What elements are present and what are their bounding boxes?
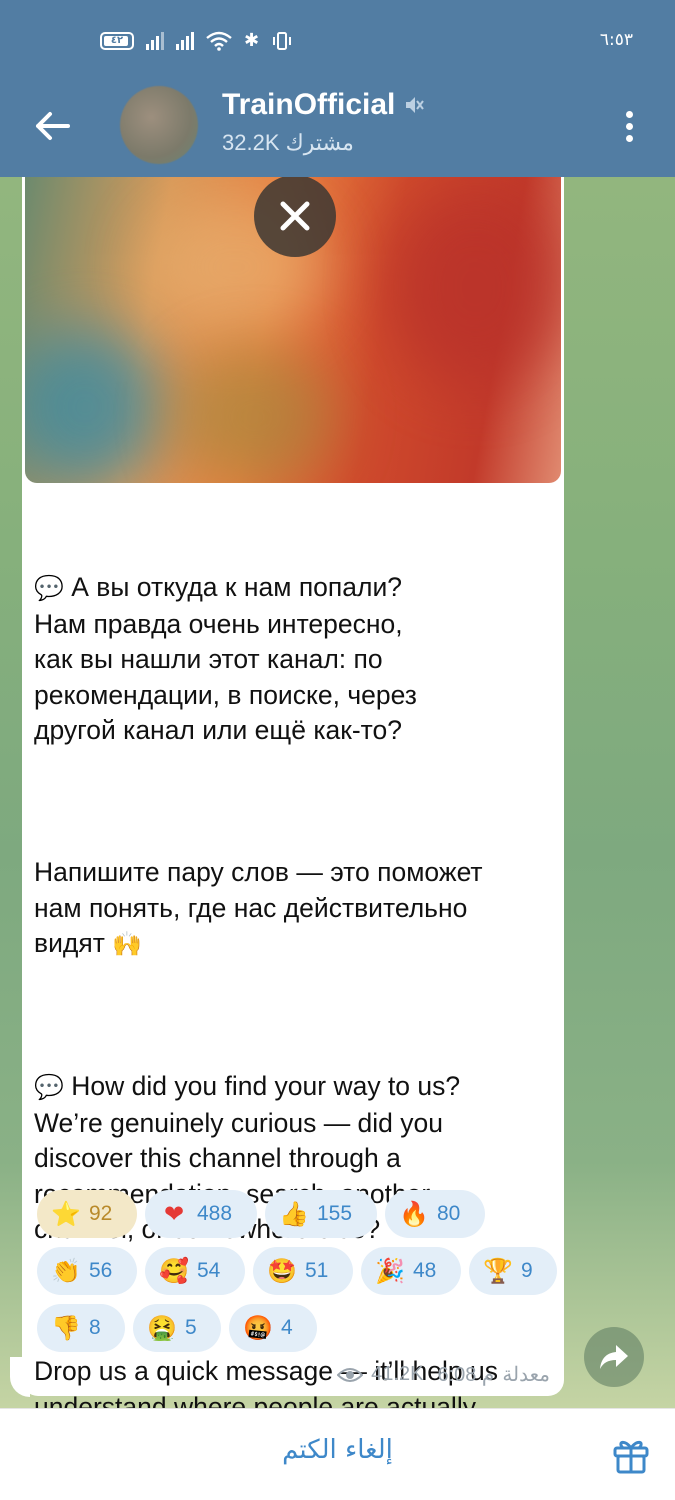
reaction-count: 4: [281, 1316, 293, 1339]
status-icons: ٤٢ ✱: [100, 30, 293, 51]
message-time: 6:08 م: [437, 1364, 495, 1386]
bluetooth-icon: ✱: [244, 30, 260, 51]
trophy-icon: 🏆: [483, 1257, 513, 1285]
reaction-party-popper[interactable]: 🎉 48: [361, 1247, 461, 1295]
signal-icon-2: [176, 31, 194, 50]
subscriber-count: 32.2K مشترك: [222, 130, 354, 155]
speech-bubble-icon: 💬: [34, 574, 64, 602]
reaction-count: 51: [305, 1259, 329, 1282]
edited-label: معدلة: [502, 1364, 550, 1386]
reaction-count: 8: [89, 1316, 101, 1339]
eye-icon: [337, 1367, 364, 1382]
message-media[interactable]: [25, 177, 561, 483]
message-paragraph-ru-1: 💬 А вы откуда к нам попали? Нам правда о…: [34, 572, 417, 745]
heart-icon: ❤: [163, 1200, 185, 1228]
reaction-count: 56: [89, 1259, 113, 1282]
close-media-button[interactable]: [254, 177, 336, 257]
reaction-cursing-face[interactable]: 🤬 4: [229, 1304, 317, 1352]
back-button[interactable]: [30, 104, 74, 148]
gift-button[interactable]: [611, 1435, 651, 1475]
chat-header: TrainOfficial 32.2K مشترك: [0, 82, 675, 177]
battery-icon: ٤٢: [100, 31, 134, 50]
channel-name: TrainOfficial: [222, 88, 396, 121]
star-struck-icon: 🤩: [267, 1257, 297, 1285]
reaction-count: 488: [197, 1202, 233, 1225]
channel-avatar[interactable]: [120, 86, 198, 164]
bottom-bar: إلغاء الكتم: [0, 1408, 675, 1500]
gift-icon: [613, 1440, 649, 1474]
reaction-smiling-hearts[interactable]: 🥰 54: [145, 1247, 245, 1295]
fire-icon: 🔥: [399, 1200, 429, 1228]
reaction-heart[interactable]: ❤ 488: [145, 1190, 257, 1238]
reaction-thumbs-down[interactable]: 👎 8: [37, 1304, 125, 1352]
cursing-face-icon: 🤬: [243, 1314, 273, 1342]
smiling-hearts-icon: 🥰: [159, 1257, 189, 1285]
speech-bubble-icon: 💬: [34, 1073, 64, 1101]
close-icon: [280, 201, 310, 231]
reaction-trophy[interactable]: 🏆 9: [469, 1247, 557, 1295]
reaction-count: 48: [413, 1259, 437, 1282]
share-arrow-icon: [600, 1345, 628, 1369]
share-button[interactable]: [584, 1327, 644, 1387]
status-bar: ٤٢ ✱ ٦:٥٣: [0, 0, 675, 82]
reaction-count: 92: [89, 1202, 113, 1225]
reaction-vomiting-face[interactable]: 🤮 5: [133, 1304, 221, 1352]
raised-hands-icon: 🙌: [112, 930, 143, 958]
reaction-count: 54: [197, 1259, 221, 1282]
back-arrow-icon: [36, 112, 70, 140]
reaction-star-struck[interactable]: 🤩 51: [253, 1247, 353, 1295]
message-bubble[interactable]: 💬 А вы откуда к нам попали? Нам правда о…: [22, 177, 564, 1408]
reaction-count: 5: [185, 1316, 197, 1339]
muted-icon: [406, 97, 425, 113]
thumbs-up-icon: 👍: [279, 1200, 309, 1228]
signal-icon: [146, 31, 164, 50]
party-popper-icon: 🎉: [375, 1257, 405, 1285]
unmute-button[interactable]: إلغاء الكتم: [0, 1435, 675, 1465]
thumbs-down-icon: 👎: [51, 1314, 81, 1342]
reaction-fire[interactable]: 🔥 80: [385, 1190, 485, 1238]
reaction-clapping[interactable]: 👏 56: [37, 1247, 137, 1295]
reaction-count: 9: [521, 1259, 533, 1282]
channel-title-row[interactable]: TrainOfficial: [222, 88, 425, 122]
clapping-icon: 👏: [51, 1257, 81, 1285]
star-icon: ⭐: [51, 1200, 81, 1228]
wifi-icon: [206, 31, 232, 51]
reaction-star[interactable]: ⭐ 92: [37, 1190, 137, 1238]
battery-level: ٤٢: [110, 35, 124, 46]
reaction-thumbs-up[interactable]: 👍 155: [265, 1190, 377, 1238]
chat-area[interactable]: 💬 А вы откуда к нам попали? Нам правда о…: [0, 177, 675, 1408]
vomiting-face-icon: 🤮: [147, 1314, 177, 1342]
vibrate-icon: [273, 31, 292, 50]
reaction-count: 80: [437, 1202, 461, 1225]
reaction-count: 155: [317, 1202, 353, 1225]
message-meta: 41.2K 6:08 م معدلة: [337, 1362, 550, 1387]
view-count: 41.2K: [371, 1363, 424, 1385]
more-options-button[interactable]: [611, 104, 647, 148]
status-time: ٦:٥٣: [599, 30, 633, 50]
message-paragraph-ru-2: Напишите пару слов — это поможет нам пон…: [34, 857, 483, 958]
